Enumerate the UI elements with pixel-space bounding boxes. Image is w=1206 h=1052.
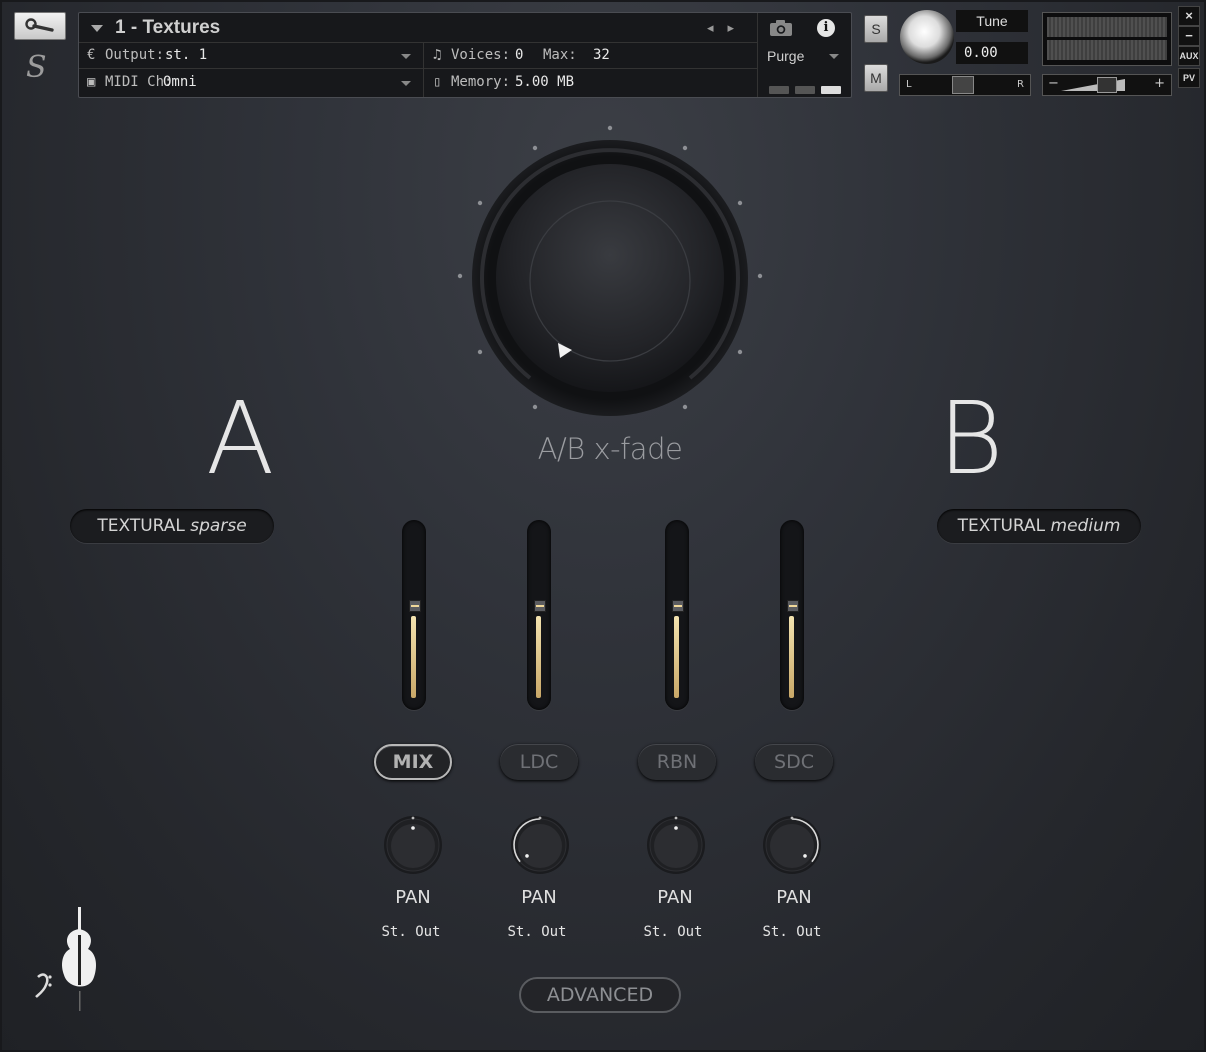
- channel-button-sdc[interactable]: SDC: [755, 744, 833, 780]
- header-divider: [757, 13, 758, 97]
- purge-menu[interactable]: Purge: [767, 48, 804, 64]
- voices-value: 0: [515, 47, 524, 63]
- close-instrument-button[interactable]: ×: [1178, 6, 1200, 26]
- preset-b-style: medium: [1050, 516, 1121, 536]
- side-a-letter: A: [206, 380, 275, 497]
- wrench-edit-button[interactable]: [14, 12, 66, 40]
- output-row: € Output: st. 1 ♫ Voices: 0 Max: 32: [79, 43, 757, 69]
- max-voices-label: Max:: [543, 47, 577, 63]
- memory-label: Memory:: [451, 74, 511, 90]
- pan-right-label: R: [1017, 79, 1024, 90]
- midi-row: ▣ MIDI Ch: Omni ▯ Memory: 5.00 MB: [79, 69, 757, 96]
- volume-plus: +: [1154, 76, 1165, 91]
- fader-sdc[interactable]: [780, 520, 804, 710]
- midi-channel-value[interactable]: Omni: [163, 74, 197, 90]
- preset-a-style: sparse: [190, 516, 247, 536]
- midi-dropdown-icon[interactable]: [401, 81, 411, 86]
- fader-level-fill: [411, 616, 416, 698]
- channel-output-selector[interactable]: St. Out: [752, 924, 832, 940]
- preset-selector-a[interactable]: TEXTURAL sparse: [70, 509, 274, 543]
- output-icon: €: [87, 47, 96, 63]
- xfade-label: A/B x-fade: [537, 432, 683, 466]
- output-label: Output:: [105, 47, 165, 63]
- minimize-instrument-button[interactable]: −: [1178, 26, 1200, 46]
- volume-slider-handle[interactable]: [1097, 77, 1117, 93]
- pan-label: PAN: [657, 887, 693, 908]
- voices-icon: ♫: [433, 47, 442, 63]
- pan-label: PAN: [395, 887, 431, 908]
- prev-next-instrument-arrows[interactable]: ◂▸: [707, 21, 748, 36]
- output-value[interactable]: st. 1: [165, 47, 207, 63]
- fader-level-fill: [536, 616, 541, 698]
- instrument-pan-slider[interactable]: L R: [899, 74, 1031, 96]
- collapse-arrow-icon[interactable]: [91, 25, 103, 32]
- channel-button-rbn[interactable]: RBN: [638, 744, 716, 780]
- channel-output-selector[interactable]: St. Out: [371, 924, 451, 940]
- preset-selector-b[interactable]: TEXTURAL medium: [937, 509, 1141, 543]
- fader-mix[interactable]: [402, 520, 426, 710]
- kontakt-instrument-panel: S 1 - Textures ◂▸ i € Output: st. 1 ♫ Vo…: [0, 0, 1206, 1052]
- voices-label: Voices:: [451, 47, 511, 63]
- instrument-header: 1 - Textures ◂▸ i € Output: st. 1 ♫ Voic…: [78, 12, 852, 98]
- output-dropdown-icon[interactable]: [401, 54, 411, 59]
- midi-icon: ▣: [87, 74, 96, 90]
- purge-indicator-bars: [769, 79, 847, 98]
- pan-knob-rbn[interactable]: [646, 815, 706, 875]
- pan-slider-handle[interactable]: [952, 76, 974, 94]
- fader-level-fill: [674, 616, 679, 698]
- pv-button[interactable]: PV: [1178, 68, 1200, 88]
- instrument-title-bar: 1 - Textures ◂▸: [79, 13, 757, 43]
- output-level-meter: [1042, 12, 1172, 66]
- tune-knob[interactable]: [900, 10, 954, 64]
- cello-logo-icon: [35, 907, 96, 1011]
- library-logo: S: [26, 50, 47, 85]
- pan-left-label: L: [906, 79, 912, 90]
- info-icon[interactable]: i: [817, 19, 835, 37]
- pan-label: PAN: [776, 887, 812, 908]
- fader-handle[interactable]: [534, 600, 546, 612]
- solo-button[interactable]: S: [864, 15, 888, 43]
- preset-b-name: TEXTURAL: [957, 516, 1051, 536]
- tune-label: Tune: [956, 10, 1028, 32]
- channel-output-selector[interactable]: St. Out: [497, 924, 577, 940]
- wrench-icon: [25, 18, 54, 32]
- instrument-volume-slider[interactable]: − +: [1042, 74, 1172, 96]
- fader-level-fill: [789, 616, 794, 698]
- channel-output-selector[interactable]: St. Out: [633, 924, 713, 940]
- pan-knob-mix[interactable]: [383, 815, 443, 875]
- max-voices-value[interactable]: 32: [593, 47, 610, 63]
- advanced-button[interactable]: ADVANCED: [519, 977, 681, 1013]
- memory-icon: ▯: [433, 74, 442, 90]
- channel-button-mix[interactable]: MIX: [374, 744, 452, 780]
- fader-rbn[interactable]: [665, 520, 689, 710]
- memory-value: 5.00 MB: [515, 74, 575, 90]
- xfade-scale-dots: [457, 125, 763, 410]
- pan-knob-sdc[interactable]: [762, 815, 822, 875]
- channel-button-ldc[interactable]: LDC: [500, 744, 578, 780]
- snapshot-camera-icon[interactable]: [769, 19, 793, 41]
- pan-knob-ldc[interactable]: [510, 815, 570, 875]
- tune-value[interactable]: 0.00: [956, 42, 1028, 64]
- volume-minus: −: [1048, 76, 1059, 91]
- fader-ldc[interactable]: [527, 520, 551, 710]
- aux-button[interactable]: AUX: [1178, 46, 1200, 66]
- pan-label: PAN: [521, 887, 557, 908]
- fader-handle[interactable]: [787, 600, 799, 612]
- purge-dropdown-icon[interactable]: [829, 54, 839, 59]
- mute-button[interactable]: M: [864, 64, 888, 92]
- fader-handle[interactable]: [672, 600, 684, 612]
- preset-a-name: TEXTURAL: [97, 516, 191, 536]
- fader-handle[interactable]: [409, 600, 421, 612]
- instrument-title[interactable]: 1 - Textures: [115, 17, 220, 39]
- side-b-letter: B: [938, 380, 1004, 497]
